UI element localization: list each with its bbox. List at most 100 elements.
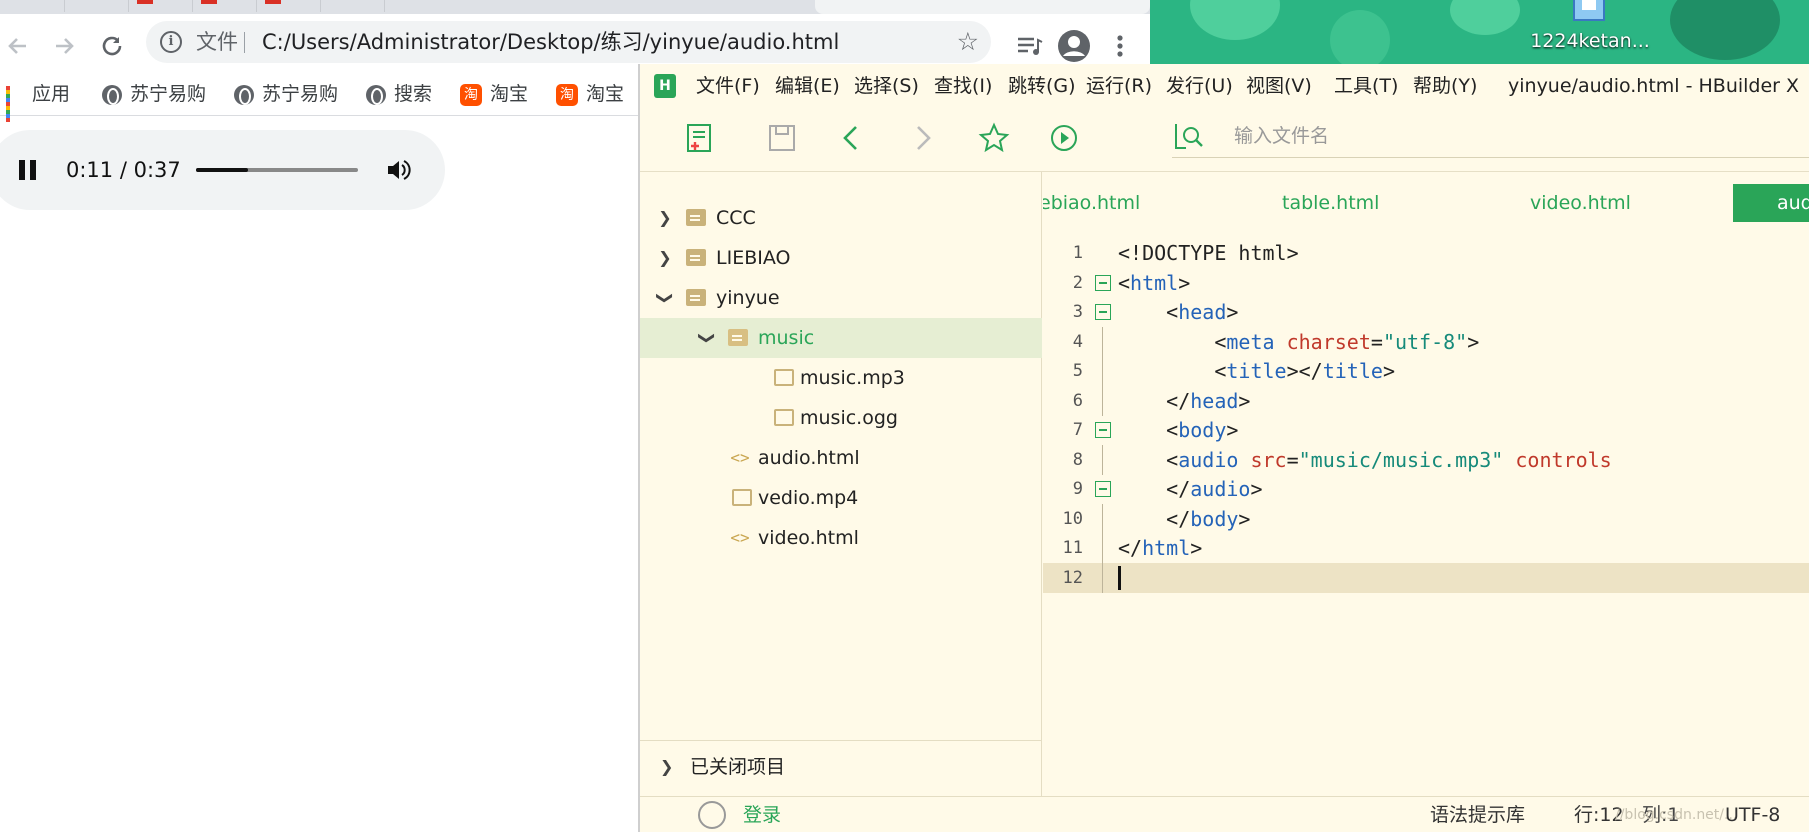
back-arrow-icon[interactable] (0, 28, 36, 64)
file-search-icon[interactable] (1172, 120, 1204, 152)
hbuilder-window: H 文件(F) 编辑(E) 选择(S) 查找(I) 跳转(G) 运行(R) 发行… (638, 64, 1809, 832)
browser-tab[interactable] (384, 0, 814, 12)
media-control-icon[interactable] (1010, 28, 1046, 64)
bookmark-item[interactable]: 苏宁易购 (102, 72, 206, 116)
bookmark-label: 搜索 (394, 83, 433, 105)
favorite-star-icon[interactable] (978, 122, 1010, 154)
bookmark-star-icon[interactable]: ☆ (957, 21, 979, 63)
back-nav-icon[interactable] (836, 122, 868, 154)
file-name-search-input[interactable] (1234, 118, 1634, 154)
code-line[interactable]: 8 <audio src="music/music.mp3" controls (1043, 445, 1809, 475)
wallpaper-shape (1190, 0, 1280, 40)
editor-tab[interactable]: table.html (1282, 184, 1379, 222)
browser-tab[interactable] (192, 0, 256, 12)
menu-find[interactable]: 查找(I) (934, 64, 992, 108)
forward-arrow-icon[interactable] (46, 28, 82, 64)
menu-help[interactable]: 帮助(Y) (1413, 64, 1477, 108)
code-line[interactable]: 3 <head> (1043, 297, 1809, 327)
code-text: <body> (1118, 415, 1238, 445)
menu-run[interactable]: 运行(R) (1086, 64, 1152, 108)
browser-tab-active[interactable] (815, 0, 1150, 14)
code-line[interactable]: 2 <html> (1043, 268, 1809, 298)
code-token: title (1322, 359, 1383, 383)
volume-icon[interactable] (384, 156, 412, 184)
address-bar[interactable]: i 文件 C:/Users/Administrator/Desktop/练习/y… (146, 21, 991, 63)
menu-publish[interactable]: 发行(U) (1166, 64, 1233, 108)
tree-folder-ccc[interactable]: ❯ CCC (640, 198, 1042, 238)
code-line[interactable]: 9 </audio> (1043, 474, 1809, 504)
bookmark-item[interactable]: 淘淘宝 (556, 72, 624, 116)
editor-tab-active[interactable]: aud (1733, 184, 1809, 222)
editor-tab[interactable]: video.html (1530, 184, 1631, 222)
code-text: </body> (1118, 504, 1250, 534)
syntax-library-button[interactable]: 语法提示库 (1430, 797, 1525, 833)
new-file-icon[interactable] (684, 122, 716, 154)
menu-edit[interactable]: 编辑(E) (775, 64, 840, 108)
forward-nav-icon[interactable] (906, 122, 938, 154)
browser-tab[interactable] (64, 0, 128, 12)
closed-projects-section[interactable]: ❯ 已关闭项目 (640, 740, 1042, 792)
bookmark-apps[interactable]: 应用 (6, 72, 70, 122)
code-token: < (1118, 271, 1131, 295)
code-line[interactable]: 11 </html> (1043, 533, 1809, 563)
run-icon[interactable] (1048, 122, 1080, 154)
indent-guide (1102, 533, 1103, 563)
audio-progress-slider[interactable] (196, 168, 358, 172)
info-icon[interactable]: i (160, 31, 182, 53)
code-token: meta (1226, 330, 1287, 354)
tree-file-music-ogg[interactable]: music.ogg (640, 398, 1042, 438)
browser-tab[interactable] (128, 0, 192, 12)
tree-folder-yinyue[interactable]: ❯ yinyue (640, 278, 1042, 318)
user-avatar-icon[interactable] (698, 801, 726, 829)
status-bar: 登录 语法提示库 行:12 列:1 //blog.csdn.net/... UT… (640, 796, 1809, 832)
menu-view[interactable]: 视图(V) (1246, 64, 1312, 108)
code-line[interactable]: 7 <body> (1043, 415, 1809, 445)
menu-file[interactable]: 文件(F) (696, 64, 760, 108)
code-token: < (1118, 448, 1179, 472)
fold-toggle-icon[interactable] (1095, 275, 1111, 291)
code-line[interactable]: 10 </body> (1043, 504, 1809, 534)
encoding[interactable]: UTF-8 (1725, 797, 1780, 833)
code-line[interactable]: 6 </head> (1043, 386, 1809, 416)
tree-file-music-mp3[interactable]: music.mp3 (640, 358, 1042, 398)
menu-select[interactable]: 选择(S) (854, 64, 919, 108)
fold-toggle-icon[interactable] (1095, 481, 1111, 497)
bookmark-item[interactable]: 淘淘宝 (460, 72, 528, 116)
desktop-icon-label[interactable]: 1224ketan... (1510, 30, 1670, 52)
tree-file-vedio-mp4[interactable]: vedio.mp4 (640, 478, 1042, 518)
code-token: </ (1118, 536, 1143, 560)
bookmark-item[interactable]: 苏宁易购 (234, 72, 338, 116)
code-line[interactable]: 12 (1043, 563, 1809, 593)
tree-file-video-html[interactable]: <> video.html (640, 518, 1042, 558)
tree-folder-music[interactable]: ❯ music (640, 318, 1042, 358)
fold-toggle-icon[interactable] (1095, 422, 1111, 438)
editor-tab[interactable]: ebiao.html (1043, 184, 1140, 222)
save-icon[interactable] (766, 122, 798, 154)
indent-guide (1102, 356, 1103, 386)
code-line[interactable]: 5 <title></title> (1043, 356, 1809, 386)
browser-tab[interactable] (256, 0, 320, 12)
file-icon (774, 369, 794, 386)
desktop-file-icon[interactable] (1570, 0, 1610, 24)
kebab-menu-icon[interactable] (1102, 28, 1138, 64)
code-line[interactable]: 1 <!DOCTYPE html> (1043, 238, 1809, 268)
menu-goto[interactable]: 跳转(G) (1008, 64, 1076, 108)
fold-toggle-icon[interactable] (1095, 304, 1111, 320)
profile-avatar-icon[interactable] (1056, 28, 1092, 64)
url-text[interactable]: C:/Users/Administrator/Desktop/练习/yinyue… (262, 21, 839, 63)
reload-icon[interactable] (94, 28, 130, 64)
pause-button[interactable] (14, 156, 42, 184)
tree-file-audio-html[interactable]: <> audio.html (640, 438, 1042, 478)
browser-tab[interactable] (320, 0, 384, 12)
tree-folder-liebiao[interactable]: ❯ LIEBIAO (640, 238, 1042, 278)
code-token: "music/music.mp3" (1298, 448, 1504, 472)
indent-guide (1102, 504, 1103, 534)
code-line[interactable]: 4 <meta charset="utf-8"> (1043, 327, 1809, 357)
code-token: head (1190, 389, 1239, 413)
bookmark-item[interactable]: 搜索 (366, 72, 432, 116)
code-editor[interactable]: ebiao.html table.html video.html aud 1 <!… (1043, 172, 1809, 796)
code-token: title (1226, 359, 1287, 383)
menu-tools[interactable]: 工具(T) (1334, 64, 1398, 108)
login-link[interactable]: 登录 (743, 797, 781, 833)
